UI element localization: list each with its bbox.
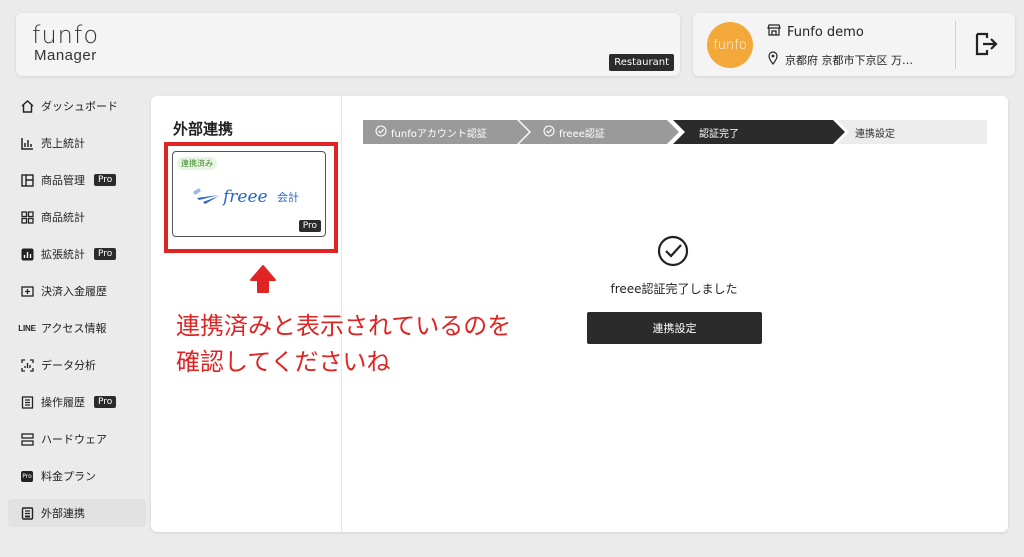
restaurant-badge: Restaurant	[609, 54, 674, 71]
pro-badge: Pro	[94, 396, 117, 408]
annotation-line: 確認してくださいね	[176, 348, 391, 376]
step-label: freee認証	[559, 128, 605, 140]
funfo-logo[interactable]: funfo Manager	[32, 22, 99, 64]
sidebar-item-label: ハードウェア	[41, 433, 107, 446]
header-store-panel: funfo Funfo demo 京都府 京都市下京区 万…	[693, 13, 1015, 76]
line-icon: LINE	[18, 323, 36, 333]
step-label: funfoアカウント認証	[391, 128, 487, 140]
auth-complete-message: freee認証完了しました	[610, 282, 738, 296]
pro-plan-icon: Pro	[21, 470, 33, 482]
sidebar-item-label: 操作履歴	[41, 396, 85, 409]
store-row: Funfo demo	[767, 23, 864, 41]
hardware-icon	[20, 432, 34, 446]
location-pin-icon	[767, 51, 779, 68]
sidebar-item-dashboard[interactable]: ダッシュボード	[8, 92, 146, 120]
svg-text:freee: freee	[221, 187, 268, 207]
step-account-auth: funfoアカウント認証	[363, 120, 529, 144]
freee-logo: freee 会計	[191, 182, 311, 212]
page-title: 外部連携	[173, 120, 234, 138]
step-link-settings: 連携設定	[837, 120, 987, 144]
product-manage-icon	[20, 173, 34, 187]
pro-badge: Pro	[298, 220, 321, 232]
sidebar-item-label: 料金プラン	[41, 470, 96, 483]
home-icon	[20, 99, 34, 113]
svg-text:会計: 会計	[277, 190, 299, 204]
sidebar-item-product-management[interactable]: 商品管理 Pro	[8, 166, 146, 194]
logo-wordmark: funfo	[32, 21, 100, 49]
annotation-line: 連携済みと表示されているのを	[176, 312, 512, 340]
sidebar-item-extended-stats[interactable]: 拡張統計 Pro	[8, 240, 146, 268]
data-analysis-icon	[20, 358, 34, 372]
up-arrow-icon	[249, 264, 277, 298]
sidebar-item-operation-history[interactable]: 操作履歴 Pro	[8, 388, 146, 416]
logout-icon[interactable]	[973, 31, 999, 57]
sidebar-item-pricing-plan[interactable]: Pro 料金プラン	[8, 462, 146, 490]
check-circle-icon	[543, 124, 555, 140]
sidebar-item-label: 決済入金履歴	[41, 285, 107, 298]
external-link-icon	[20, 506, 34, 520]
sidebar-item-sales-stats[interactable]: 売上統計	[8, 129, 146, 157]
sidebar-item-label: データ分析	[41, 359, 96, 372]
step-label: 認証完了	[699, 128, 739, 140]
sidebar-item-label: 拡張統計	[41, 248, 85, 261]
header-brand-panel: funfo Manager Restaurant	[16, 13, 680, 76]
bar-chart-icon	[20, 136, 34, 150]
sidebar-item-hardware[interactable]: ハードウェア	[8, 425, 146, 453]
annotation-text: 連携済みと表示されているのを 確認してくださいね	[176, 308, 596, 380]
payment-icon	[20, 284, 34, 298]
sidebar-item-label: 商品管理	[41, 174, 85, 187]
sidebar-item-label: ダッシュボード	[41, 100, 118, 113]
freee-integration-card[interactable]: 連携済み freee 会計 Pro	[172, 151, 326, 237]
pro-badge: Pro	[94, 248, 117, 260]
store-address: 京都府 京都市下京区 万…	[785, 53, 913, 67]
logo-subtitle: Manager	[34, 47, 97, 64]
sidebar-item-label: 商品統計	[41, 211, 85, 224]
sidebar-item-label: アクセス情報	[41, 322, 107, 335]
sidebar: ダッシュボード 売上統計 商品管理 Pro 商品統計 拡張統計 Pro 決済入金…	[8, 92, 146, 536]
grid-icon	[20, 210, 34, 224]
address-row: 京都府 京都市下京区 万…	[767, 51, 913, 68]
sidebar-item-label: 外部連携	[41, 507, 85, 520]
sidebar-item-external-integration[interactable]: 外部連携	[8, 499, 146, 527]
linked-status-tag: 連携済み	[177, 157, 217, 170]
step-auth-complete: 認証完了	[673, 120, 845, 144]
sidebar-item-payment-history[interactable]: 決済入金履歴	[8, 277, 146, 305]
store-name: Funfo demo	[787, 24, 864, 40]
avatar[interactable]: funfo	[707, 22, 753, 68]
header-divider	[955, 21, 956, 69]
sidebar-item-label: 売上統計	[41, 137, 85, 150]
sidebar-item-data-analysis[interactable]: データ分析	[8, 351, 146, 379]
extended-stats-icon	[20, 247, 34, 261]
history-icon	[20, 395, 34, 409]
link-settings-button[interactable]: 連携設定	[587, 312, 762, 344]
check-circle-icon	[655, 233, 691, 269]
step-label: 連携設定	[855, 128, 895, 140]
store-icon	[767, 23, 781, 41]
step-freee-auth: freee認証	[519, 120, 679, 144]
progress-steps: funfoアカウント認証 freee認証 認証完了 連携設定	[363, 120, 987, 144]
sidebar-item-access-info[interactable]: LINE アクセス情報	[8, 314, 146, 342]
main-panel: 外部連携 連携済み freee 会計 Pro 連携済みと表示されているのを 確認…	[151, 96, 1008, 532]
pro-badge: Pro	[94, 174, 117, 186]
check-circle-icon	[375, 124, 387, 140]
sidebar-item-product-stats[interactable]: 商品統計	[8, 203, 146, 231]
